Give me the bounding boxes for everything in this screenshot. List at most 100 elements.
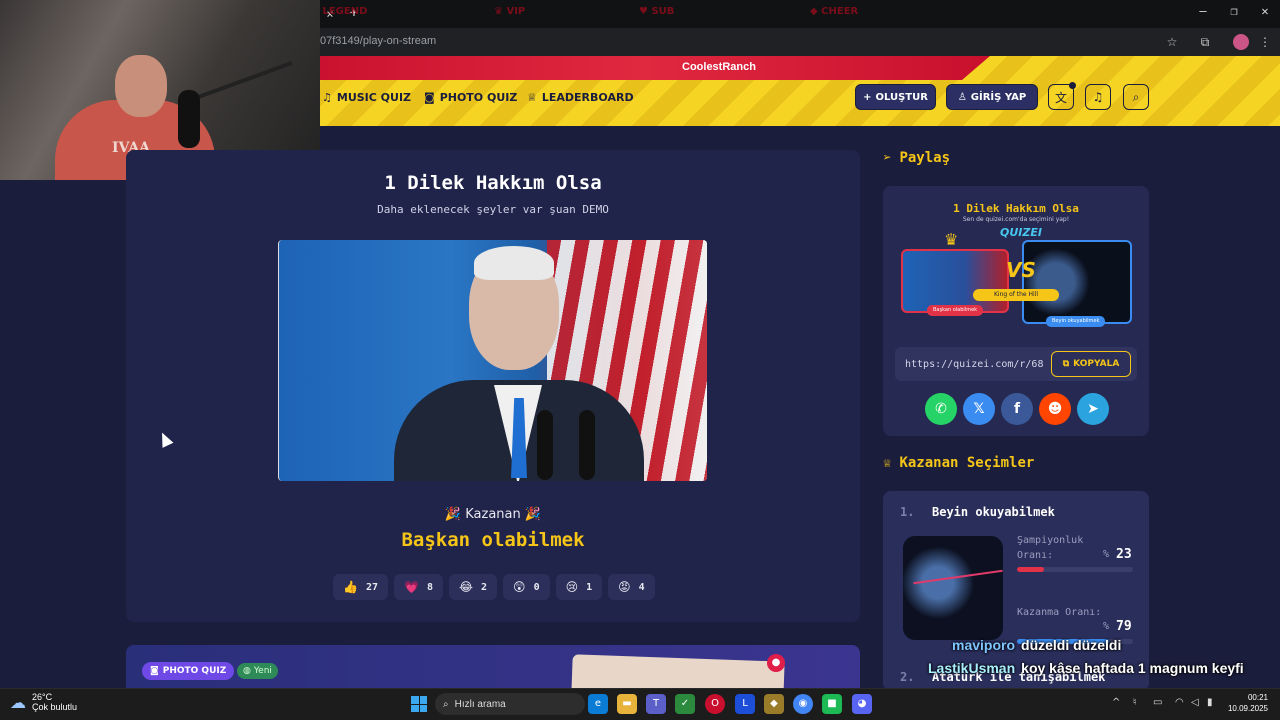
ribbon-vip: ♛ VIP xyxy=(494,6,526,17)
menu-icon[interactable]: ⋮ xyxy=(1257,34,1273,50)
share-preview-left-label: Başkan olabilmek xyxy=(927,305,984,316)
reaction-laugh[interactable]: 😂 2 xyxy=(448,574,498,600)
url-text[interactable]: 07f3149/play-on-stream xyxy=(320,35,436,47)
nav-music-quiz[interactable]: ♫ MUSIC QUIZ xyxy=(322,91,411,104)
chat-username: LastikUsman xyxy=(928,660,1016,676)
wow-icon: 😲 xyxy=(513,580,526,594)
share-url-input[interactable] xyxy=(905,352,1045,376)
reaction-love[interactable]: 💗 8 xyxy=(394,574,443,600)
champ-rate-fill xyxy=(1017,567,1044,572)
minimize-button[interactable]: — xyxy=(1188,4,1218,18)
champ-rate-label: Şampiyonluk Oranı: xyxy=(1017,535,1084,561)
sad-icon: 😢 xyxy=(565,580,579,594)
microphone xyxy=(178,90,200,148)
champ-percent-sign: % xyxy=(1103,549,1110,560)
notification-dot xyxy=(1069,82,1076,89)
podium-mic xyxy=(579,410,595,480)
nav-photo-quiz[interactable]: ◙ PHOTO QUIZ xyxy=(424,91,517,104)
opera-icon[interactable]: O xyxy=(705,694,725,714)
chat-text: düzeldi düzeldi xyxy=(1021,637,1122,653)
winner-rank: 2. xyxy=(900,670,915,684)
reddit-icon[interactable]: ☻ xyxy=(1039,393,1071,425)
winner-photo xyxy=(278,240,707,481)
win-rate-label: Kazanma Oranı: xyxy=(1017,607,1102,618)
star-icon[interactable]: ☆ xyxy=(1164,34,1180,50)
folder-icon[interactable]: ▬ xyxy=(617,694,637,714)
app-icon[interactable]: ◆ xyxy=(764,694,784,714)
share-preview-right-label: Beyin okuyabilmek xyxy=(1046,316,1106,327)
weather-widget[interactable]: ☁ 26°C Çok bulutlu xyxy=(10,692,77,712)
camera-icon: ◙ xyxy=(424,91,435,104)
chrome-icon[interactable]: ◉ xyxy=(793,694,813,714)
maximize-button[interactable]: ❐ xyxy=(1219,4,1249,18)
telegram-icon[interactable]: ➤ xyxy=(1077,393,1109,425)
winner-choice-name: Beyin okuyabilmek xyxy=(932,505,1055,519)
reaction-like[interactable]: 👍 27 xyxy=(333,574,388,600)
copy-icon: ⧉ xyxy=(1062,359,1070,369)
laugh-icon: 😂 xyxy=(458,580,474,594)
ribbon-sub-user: CoolestRanch xyxy=(682,61,756,73)
podium-mic xyxy=(537,410,553,480)
display-icon[interactable]: ▭ xyxy=(1153,697,1162,708)
taskbar-search[interactable]: ⌕ Hızlı arama xyxy=(435,693,585,715)
chat-message: maviporo düzeldi düzeldi xyxy=(952,637,1121,653)
wifi-icon[interactable]: ◠ xyxy=(1175,697,1184,708)
microphone-icon[interactable]: ♮ xyxy=(1133,697,1137,708)
plus-icon: + xyxy=(863,91,872,103)
create-button[interactable]: + OLUŞTUR xyxy=(855,84,936,110)
x-icon[interactable]: 𝕏 xyxy=(963,393,995,425)
winner-choice-image xyxy=(903,536,1003,640)
reaction-bar: 👍 27 💗 8 😂 2 😲 0 😢 1 😡 4 xyxy=(333,574,655,600)
teams-icon[interactable]: T xyxy=(646,694,666,714)
whatsapp-icon[interactable]: ✆ xyxy=(925,393,957,425)
winner-name: Başkan olabilmek xyxy=(401,529,585,551)
photo-hair xyxy=(474,246,554,280)
share-preview-title: 1 Dilek Hakkım Olsa xyxy=(953,202,1079,215)
king-of-the-hill-label: King of the Hill xyxy=(973,289,1059,301)
taskbar-clock[interactable]: 00:21 10.09.2025 xyxy=(1226,692,1268,714)
send-icon: ➢ xyxy=(883,150,892,166)
crown-icon: ♛ xyxy=(944,230,959,249)
globe-icon: ◍ xyxy=(243,666,251,676)
tray-chevron-icon[interactable]: ^ xyxy=(1112,697,1120,708)
quiz-subtitle: Daha eklenecek şeyler var şuan DEMO xyxy=(377,203,609,216)
chat-message: LastikUsman koy kâse haftada 1 magnum key… xyxy=(928,660,1244,676)
edge-icon[interactable]: e xyxy=(588,694,608,714)
chat-text: koy kâse haftada 1 magnum keyfi xyxy=(1021,660,1244,676)
app-icon[interactable]: ✓ xyxy=(675,694,695,714)
reaction-angry[interactable]: 😡 4 xyxy=(608,574,655,600)
winner-rank: 1. xyxy=(900,505,915,519)
search-icon[interactable]: ⌕ xyxy=(1123,84,1149,110)
ribbon-sub: ♥ SUB xyxy=(639,6,675,17)
profile-avatar[interactable] xyxy=(1233,34,1249,50)
bell-icon[interactable]: ♫ xyxy=(1085,84,1111,110)
app-icon[interactable]: ■ xyxy=(822,694,842,714)
angry-icon: 😡 xyxy=(618,580,631,594)
beam-line xyxy=(913,569,1003,585)
champ-rate-value: 23 xyxy=(1116,547,1132,562)
volume-icon[interactable]: ◁ xyxy=(1191,697,1199,708)
extensions-icon[interactable]: ⧉ xyxy=(1197,34,1213,50)
share-preview-left-image xyxy=(901,249,1009,313)
heart-icon: 💗 xyxy=(404,580,419,594)
start-button[interactable] xyxy=(411,696,427,712)
streamer-head xyxy=(115,55,167,117)
cloud-icon: ☁ xyxy=(10,692,26,712)
share-preview-subtitle: Sen de quizei.com'da seçimini yap! xyxy=(962,216,1070,223)
facebook-icon[interactable]: f xyxy=(1001,393,1033,425)
reaction-sad[interactable]: 😢 1 xyxy=(555,574,603,600)
app-icon[interactable]: L xyxy=(735,694,755,714)
discord-icon[interactable]: ◕ xyxy=(852,694,872,714)
nav-leaderboard[interactable]: ♕ LEADERBOARD xyxy=(527,91,634,104)
user-icon: ♙ xyxy=(957,91,967,103)
quiz-title: 1 Dilek Hakkım Olsa xyxy=(384,172,602,194)
copy-button[interactable]: ⧉ KOPYALA xyxy=(1051,351,1131,377)
supporters-ribbon xyxy=(290,56,990,80)
reaction-wow[interactable]: 😲 0 xyxy=(503,574,550,600)
close-window-button[interactable]: ✕ xyxy=(1250,4,1280,18)
battery-icon[interactable]: ▮ xyxy=(1207,697,1213,708)
quizei-logo: QUIZEI xyxy=(1000,226,1042,239)
trophy-icon: ♕ xyxy=(527,91,537,104)
login-button[interactable]: ♙ GİRİŞ YAP xyxy=(946,84,1038,110)
camera-icon: ◙ xyxy=(150,666,159,676)
